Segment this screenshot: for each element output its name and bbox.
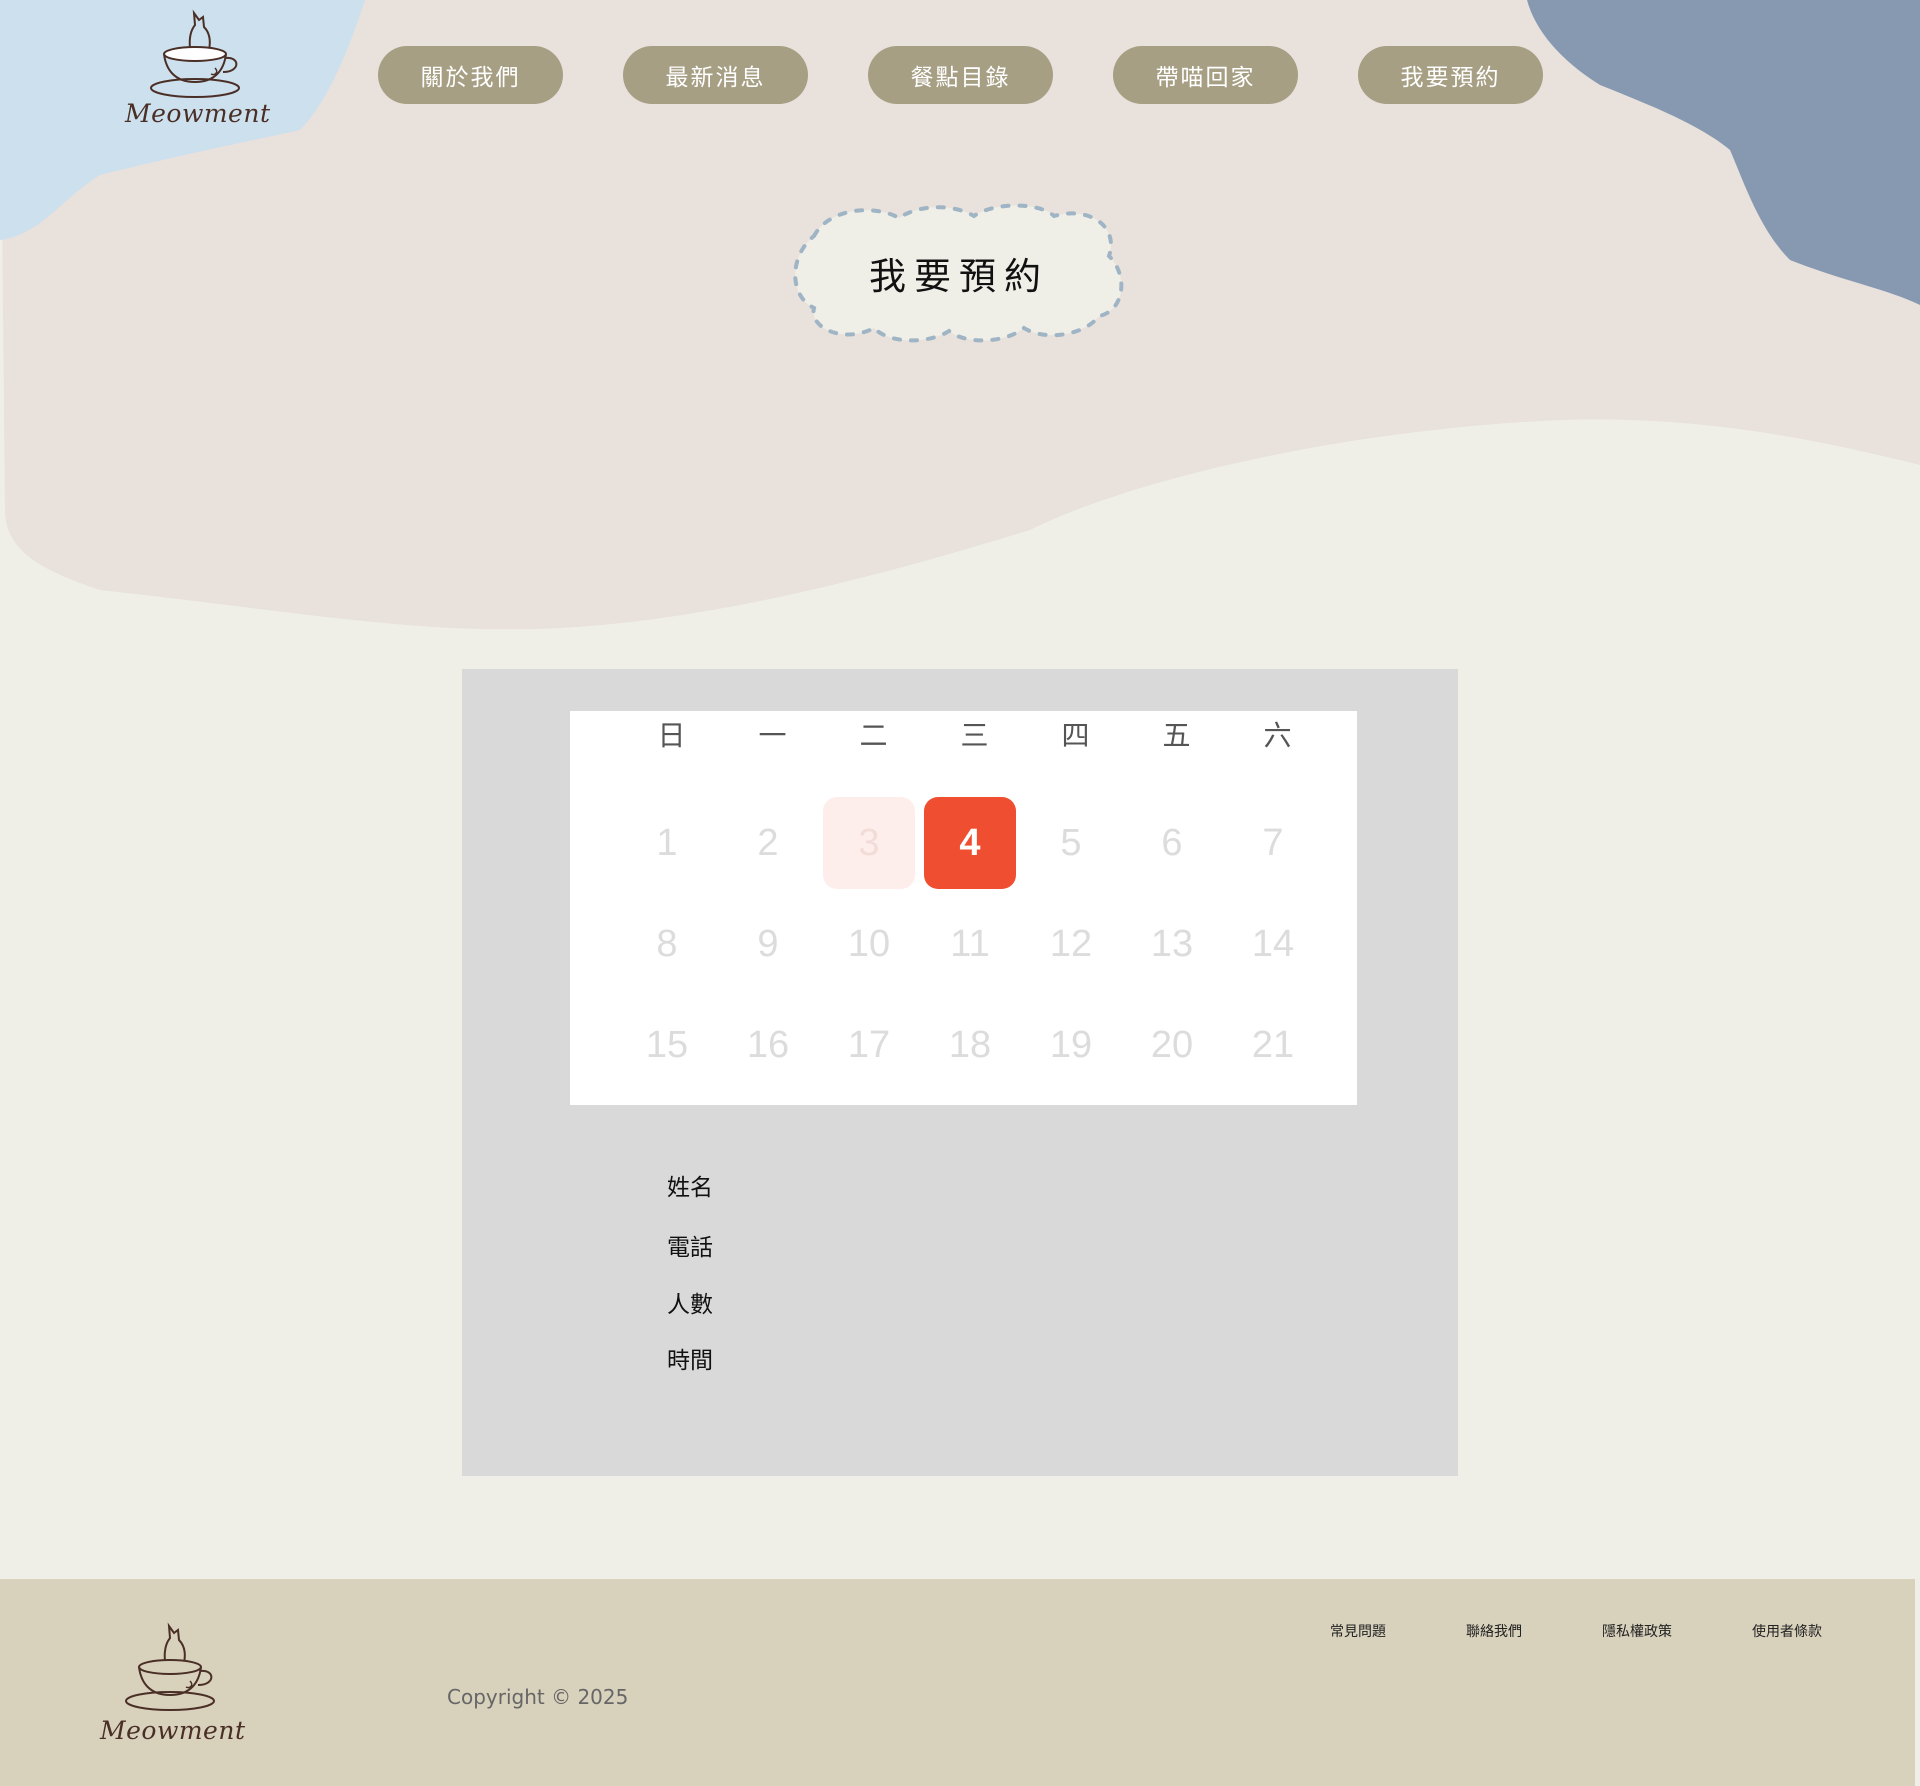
calendar-day[interactable]: 15: [621, 999, 713, 1091]
main-nav: 關於我們 最新消息 餐點目錄 帶喵回家 我要預約: [378, 46, 1543, 104]
site-header: Meowment 關於我們 最新消息 餐點目錄 帶喵回家 我要預約: [0, 0, 1920, 140]
phone-field: 電話: [667, 1227, 1241, 1263]
name-label: 姓名: [667, 1175, 713, 1201]
nav-menu[interactable]: 餐點目錄: [868, 46, 1053, 104]
footer-link-contact[interactable]: 聯絡我們: [1466, 1621, 1522, 1641]
cat-cup-icon: [150, 9, 240, 98]
calendar-day[interactable]: 20: [1126, 999, 1218, 1091]
calendar-day[interactable]: 1: [621, 797, 713, 889]
title-cloud: 我要預約: [784, 196, 1134, 346]
logo-text: Meowment: [125, 99, 271, 128]
nav-adopt[interactable]: 帶喵回家: [1113, 46, 1298, 104]
nav-news[interactable]: 最新消息: [623, 46, 808, 104]
time-input[interactable]: [737, 1340, 1241, 1376]
footer-link-privacy[interactable]: 隱私權政策: [1602, 1621, 1672, 1641]
footer-links: 常見問題 聯絡我們 隱私權政策 使用者條款: [1330, 1621, 1822, 1641]
weekday-sun: 日: [657, 719, 686, 752]
calendar-day[interactable]: 5: [1025, 797, 1117, 889]
calendar-day-today[interactable]: 3: [823, 797, 915, 889]
calendar-week: 8 9 10 11 12 13 14: [570, 898, 1357, 999]
name-field: 姓名: [667, 1167, 1241, 1203]
calendar-day[interactable]: 19: [1025, 999, 1117, 1091]
footer-logo-text: Meowment: [100, 1716, 246, 1745]
booking-panel: 日 一 二 三 四 五 六 1 2 3 4 5 6 7 8 9 10 11 12…: [462, 669, 1458, 1476]
calendar: 日 一 二 三 四 五 六 1 2 3 4 5 6 7 8 9 10 11 12…: [570, 711, 1357, 1105]
weekday-tue: 二: [859, 719, 888, 752]
calendar-week: 15 16 17 18 19 20 21: [570, 999, 1357, 1100]
weekday-thu: 四: [1061, 719, 1090, 752]
calendar-day-selected[interactable]: 4: [924, 797, 1016, 889]
calendar-day[interactable]: 10: [823, 898, 915, 990]
time-label: 時間: [667, 1348, 713, 1374]
nav-booking[interactable]: 我要預約: [1358, 46, 1543, 104]
footer-logo[interactable]: Meowment: [100, 1621, 246, 1746]
calendar-day[interactable]: 7: [1227, 797, 1319, 889]
name-input[interactable]: [737, 1167, 1241, 1203]
calendar-day[interactable]: 2: [722, 797, 814, 889]
calendar-day[interactable]: 8: [621, 898, 713, 990]
calendar-day[interactable]: 6: [1126, 797, 1218, 889]
people-input[interactable]: [737, 1284, 1241, 1320]
weekday-sat: 六: [1263, 719, 1292, 752]
phone-input[interactable]: [737, 1227, 1241, 1263]
weekday-mon: 一: [758, 719, 787, 752]
page-title: 我要預約: [869, 255, 1049, 298]
weekday-wed: 三: [960, 719, 989, 752]
weekday-fri: 五: [1162, 719, 1191, 752]
calendar-day[interactable]: 17: [823, 999, 915, 1091]
footer-link-faq[interactable]: 常見問題: [1330, 1621, 1386, 1641]
phone-label: 電話: [667, 1235, 713, 1261]
nav-about[interactable]: 關於我們: [378, 46, 563, 104]
cat-cup-icon: [125, 1622, 215, 1711]
calendar-weekdays: 日 一 二 三 四 五 六: [570, 711, 1357, 761]
calendar-day[interactable]: 16: [722, 999, 814, 1091]
calendar-day[interactable]: 14: [1227, 898, 1319, 990]
calendar-day[interactable]: 11: [924, 898, 1016, 990]
calendar-day[interactable]: 21: [1227, 999, 1319, 1091]
people-label: 人數: [667, 1292, 713, 1318]
calendar-day[interactable]: 12: [1025, 898, 1117, 990]
brand-logo[interactable]: Meowment: [125, 8, 271, 133]
footer-link-terms[interactable]: 使用者條款: [1752, 1621, 1822, 1641]
time-field: 時間: [667, 1340, 1241, 1376]
calendar-day[interactable]: 9: [722, 898, 814, 990]
calendar-day[interactable]: 18: [924, 999, 1016, 1091]
calendar-week: 1 2 3 4 5 6 7: [570, 797, 1357, 898]
site-footer: Meowment Copyright © 2025 常見問題 聯絡我們 隱私權政…: [0, 1579, 1915, 1786]
copyright: Copyright © 2025: [447, 1685, 629, 1709]
people-field: 人數: [667, 1284, 1241, 1320]
calendar-day[interactable]: 13: [1126, 898, 1218, 990]
